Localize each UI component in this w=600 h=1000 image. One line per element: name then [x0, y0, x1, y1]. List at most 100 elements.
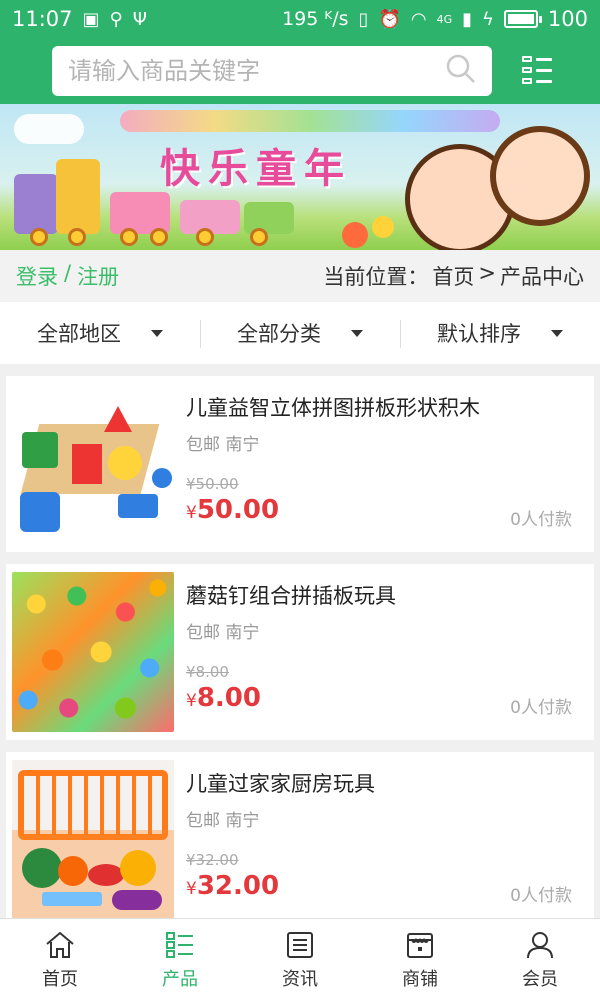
train-wheel — [196, 228, 214, 246]
tab-products[interactable]: 产品 — [120, 919, 240, 1000]
breadcrumb-current: 产品中心 — [500, 265, 584, 289]
breadcrumb-label: 当前位置： — [323, 265, 429, 289]
member-icon — [527, 931, 553, 958]
battery-icon — [503, 10, 542, 28]
breadcrumb: 当前位置： 首页 > 产品中心 — [323, 261, 584, 291]
charging-icon: ϟ — [482, 8, 494, 30]
train-engine — [14, 174, 58, 234]
product-location: 南宁 — [225, 623, 260, 643]
caret-down-icon — [151, 329, 163, 337]
product-card[interactable]: 儿童过家家厨房玩具 包邮 南宁 ¥32.00 ¥32.00 0人付款 — [6, 752, 594, 928]
search-icon[interactable] — [446, 54, 476, 88]
network-speed: 195 ᴷ/s — [282, 8, 349, 30]
tab-shop[interactable]: 商铺 — [360, 919, 480, 1000]
search-box[interactable] — [52, 46, 492, 96]
status-bar: 11:07 ▣ ⚲ Ψ 195 ᴷ/s ▯ ⏰ ◠ 4G ▮ ϟ 100 — [0, 0, 600, 38]
product-name[interactable]: 儿童过家家厨房玩具 — [186, 768, 588, 798]
product-meta: 包邮 南宁 — [186, 618, 588, 643]
status-time: 11:07 — [12, 7, 73, 31]
signal-icon: ▮ — [462, 8, 473, 30]
caret-down-icon — [551, 329, 563, 337]
breadcrumb-separator: > — [478, 261, 496, 285]
usb-debug-icon: Ψ — [132, 8, 147, 30]
news-icon — [287, 931, 313, 958]
product-original-price: ¥8.00 — [186, 663, 229, 681]
filter-region[interactable]: 全部地区 — [0, 302, 200, 364]
filter-category[interactable]: 全部分类 — [200, 302, 400, 364]
search-input[interactable] — [68, 57, 428, 85]
wifi-icon: ◠ — [410, 8, 427, 30]
tab-shop-label: 商铺 — [402, 968, 438, 990]
network-type: 4G — [436, 12, 453, 26]
vibrate-icon: ▯ — [358, 8, 369, 30]
product-price-value: 32.00 — [196, 871, 280, 901]
product-location: 南宁 — [225, 435, 260, 455]
tab-member-label: 会员 — [522, 968, 558, 990]
image-icon: ▣ — [82, 8, 100, 30]
currency-symbol: ¥ — [186, 503, 197, 523]
tab-home-label: 首页 — [42, 968, 78, 990]
train-wheel — [250, 228, 268, 246]
filter-category-label: 全部分类 — [237, 322, 321, 346]
app-header — [0, 38, 600, 104]
train-cabin — [56, 159, 100, 234]
train-car-green — [244, 202, 294, 234]
flower-decoration — [372, 216, 394, 238]
filter-region-label: 全部地区 — [37, 322, 121, 346]
flower-decoration — [342, 222, 368, 248]
currency-symbol: ¥ — [186, 879, 197, 899]
caret-down-icon — [351, 329, 363, 337]
cloud-decoration — [14, 114, 84, 144]
alarm-icon: ⏰ — [378, 8, 401, 30]
login-separator: / — [64, 261, 72, 285]
boy-illustration — [490, 126, 590, 226]
product-sold-count: 0人付款 — [510, 886, 572, 906]
product-sold-count: 0人付款 — [510, 510, 572, 530]
breadcrumb-home[interactable]: 首页 — [432, 261, 474, 291]
product-image-puzzle[interactable] — [12, 384, 174, 544]
filter-sort[interactable]: 默认排序 — [400, 302, 600, 364]
filter-sort-label: 默认排序 — [437, 322, 521, 346]
banner-title: 快乐童年 — [160, 145, 352, 192]
currency-symbol: ¥ — [186, 691, 197, 711]
product-original-price: ¥50.00 — [186, 475, 239, 493]
login-link[interactable]: 登录 — [16, 261, 58, 291]
bottom-tab-bar: 首页 产品 资讯 商铺 会员 — [0, 918, 600, 1000]
tab-member[interactable]: 会员 — [480, 919, 600, 1000]
filter-bar: 全部地区 全部分类 默认排序 — [0, 302, 600, 364]
product-price-value: 8.00 — [196, 683, 261, 713]
product-meta: 包邮 南宁 — [186, 430, 588, 455]
product-name[interactable]: 蘑菇钉组合拼插板玩具 — [186, 580, 588, 610]
tab-news[interactable]: 资讯 — [240, 919, 360, 1000]
register-link[interactable]: 注册 — [77, 261, 119, 291]
tab-products-label: 产品 — [162, 968, 198, 990]
product-image-mushroom-pegs[interactable] — [12, 572, 174, 732]
usb-icon: ⚲ — [109, 8, 123, 30]
product-shipping: 包邮 — [186, 623, 220, 643]
shop-icon — [407, 932, 433, 958]
product-list-icon — [166, 931, 193, 958]
info-bar: 登录 / 注册 当前位置： 首页 > 产品中心 — [0, 250, 600, 302]
train-wheel — [30, 228, 48, 246]
category-menu-icon[interactable] — [522, 56, 554, 86]
product-location: 南宁 — [225, 811, 260, 831]
train-wheel — [68, 228, 86, 246]
product-image-kitchen-toy[interactable] — [12, 760, 174, 920]
home-icon — [46, 931, 74, 958]
product-meta: 包邮 南宁 — [186, 806, 588, 831]
product-original-price: ¥32.00 — [186, 851, 239, 869]
product-sold-count: 0人付款 — [510, 698, 572, 718]
battery-percent: 100 — [547, 7, 588, 31]
login-register: 登录 / 注册 — [16, 261, 119, 291]
rainbow-decoration — [120, 110, 500, 132]
product-card[interactable]: 儿童益智立体拼图拼板形状积木 包邮 南宁 ¥50.00 ¥50.00 0人付款 — [6, 376, 594, 552]
product-shipping: 包邮 — [186, 435, 220, 455]
product-shipping: 包邮 — [186, 811, 220, 831]
banner-image[interactable]: 快乐童年 — [0, 104, 600, 250]
product-price-value: 50.00 — [196, 495, 280, 525]
tab-home[interactable]: 首页 — [0, 919, 120, 1000]
product-name[interactable]: 儿童益智立体拼图拼板形状积木 — [186, 392, 588, 422]
product-card[interactable]: 蘑菇钉组合拼插板玩具 包邮 南宁 ¥8.00 ¥8.00 0人付款 — [6, 564, 594, 740]
train-wheel — [120, 228, 138, 246]
product-list: 儿童益智立体拼图拼板形状积木 包邮 南宁 ¥50.00 ¥50.00 0人付款 … — [0, 364, 600, 928]
